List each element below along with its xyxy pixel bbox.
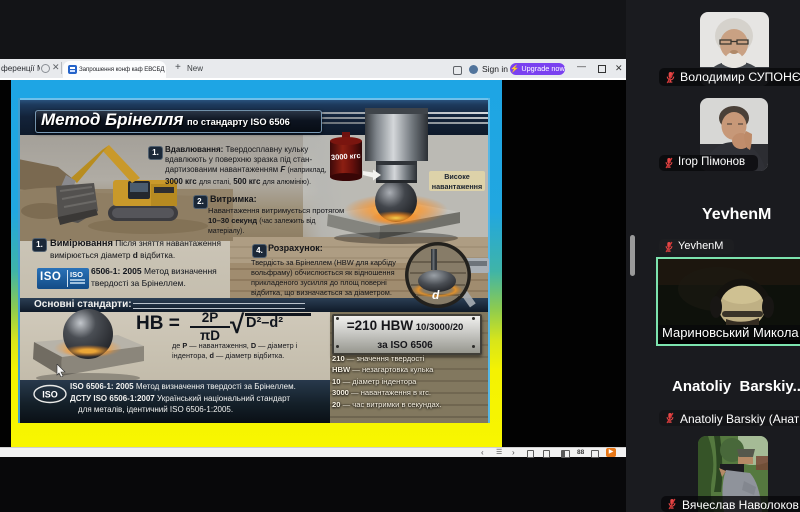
svg-text:d: d — [432, 288, 440, 302]
svg-text:ISO: ISO — [42, 390, 58, 400]
